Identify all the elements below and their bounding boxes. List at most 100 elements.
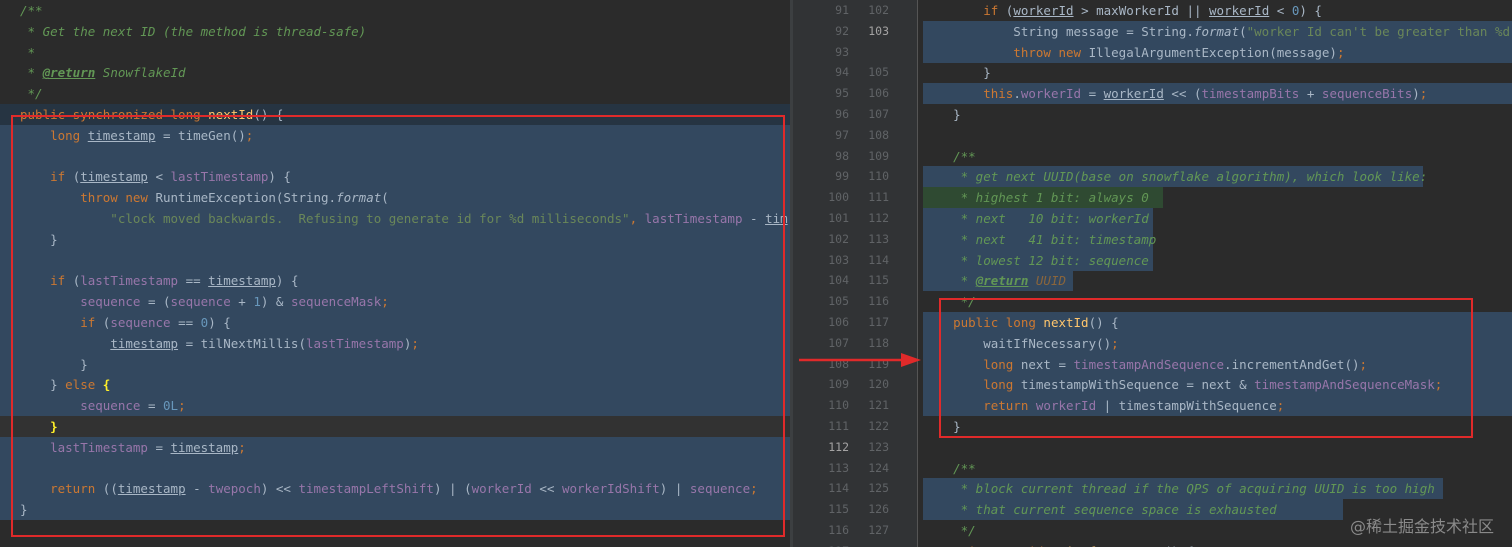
watermark: @稀土掘金技术社区 <box>1349 517 1494 536</box>
new-line-number[interactable]: 124 <box>855 458 889 479</box>
code-token: @return <box>975 273 1029 289</box>
code-line: * @return UUID <box>793 270 1512 292</box>
old-line-number[interactable]: 109 <box>813 374 849 395</box>
new-line-number[interactable]: 116 <box>855 291 889 312</box>
old-line-number[interactable]: 96 <box>813 104 849 125</box>
new-line-number[interactable]: 125 <box>855 478 889 499</box>
code-token: /** <box>923 148 976 164</box>
old-line-number[interactable]: 115 <box>813 499 849 520</box>
old-line-number[interactable]: 114 <box>813 478 849 499</box>
code-line: this.workerId = workerId << (timestampBi… <box>793 83 1512 105</box>
code-text: } <box>923 62 991 83</box>
code-token: > <box>1073 3 1097 18</box>
new-line-number[interactable]: 115 <box>855 270 889 291</box>
new-line-number[interactable]: 110 <box>855 166 889 187</box>
old-line-number[interactable]: 91 <box>813 0 849 21</box>
old-line-number[interactable]: 94 <box>813 62 849 83</box>
old-line-number[interactable]: 93 <box>813 42 849 63</box>
code-text: * Get the next ID (the method is thread-… <box>20 21 367 42</box>
new-line-number[interactable]: 114 <box>855 250 889 271</box>
code-line: * @return SnowflakeId <box>0 62 790 83</box>
new-line-number[interactable]: 127 <box>855 520 889 541</box>
right-diff-editor[interactable]: if (workerId > maxWorkerId || workerId <… <box>793 0 1512 547</box>
comparison-arrow-icon <box>799 353 921 367</box>
new-line-number[interactable]: 107 <box>855 104 889 125</box>
code-token: < <box>1269 3 1292 18</box>
code-text: */ <box>923 520 976 541</box>
code-token: * lowest 12 bit: sequence <box>923 252 1149 268</box>
new-line-number[interactable]: 122 <box>855 416 889 437</box>
code-line: throw new IllegalArgumentException(messa… <box>793 41 1512 63</box>
code-text: } <box>923 104 961 125</box>
code-text: if (workerId > maxWorkerId || workerId <… <box>923 0 1322 21</box>
code-text: * get next UUID(base on snowflake algori… <box>923 166 1428 187</box>
old-line-number[interactable]: 92 <box>813 21 849 42</box>
code-token: String message = String. <box>923 23 1194 39</box>
new-line-number[interactable] <box>855 541 889 547</box>
code-line: if (workerId > maxWorkerId || workerId <… <box>793 0 1512 21</box>
code-text: * @return UUID <box>923 270 1066 291</box>
code-token: */ <box>20 86 43 102</box>
old-line-number[interactable]: 106 <box>813 312 849 333</box>
code-token: ) <box>1412 86 1420 102</box>
new-line-number[interactable]: 111 <box>855 187 889 208</box>
old-line-number[interactable]: 100 <box>813 187 849 208</box>
code-token: ; <box>1336 44 1345 60</box>
old-line-number[interactable]: 110 <box>813 395 849 416</box>
code-text: * next 10 bit: workerId <box>923 208 1149 229</box>
old-line-number[interactable]: 105 <box>813 291 849 312</box>
old-line-number[interactable]: 102 <box>813 229 849 250</box>
old-line-number[interactable]: 117 <box>813 541 849 547</box>
new-line-number[interactable]: 121 <box>855 395 889 416</box>
code-token: maxWorkerId <box>1096 3 1179 18</box>
old-line-number[interactable]: 116 <box>813 520 849 541</box>
old-line-number[interactable]: 101 <box>813 208 849 229</box>
code-line: } <box>793 62 1512 83</box>
new-line-number[interactable]: 123 <box>855 437 889 458</box>
old-line-number[interactable]: 95 <box>813 83 849 104</box>
new-line-number[interactable]: 113 <box>855 229 889 250</box>
old-line-number[interactable]: 112 <box>813 437 849 458</box>
old-line-number[interactable]: 113 <box>813 458 849 479</box>
code-text: * @return SnowflakeId <box>20 62 186 83</box>
code-token: = <box>1081 86 1104 102</box>
old-line-number[interactable]: 98 <box>813 146 849 167</box>
code-text: */ <box>20 83 43 104</box>
code-token: */ <box>923 523 976 538</box>
new-line-number[interactable]: 120 <box>855 374 889 395</box>
new-line-number[interactable]: 102 <box>855 0 889 21</box>
code-token: * <box>20 65 43 81</box>
new-line-number[interactable]: 112 <box>855 208 889 229</box>
code-text: * <box>20 42 36 63</box>
new-line-number[interactable]: 117 <box>855 312 889 333</box>
new-line-number[interactable]: 126 <box>855 499 889 520</box>
code-token: ) { <box>1299 3 1322 18</box>
new-line-number[interactable] <box>855 42 889 63</box>
new-line-number[interactable]: 103 <box>855 21 889 42</box>
code-token: IllegalArgumentException(message) <box>1088 44 1337 60</box>
code-token: || <box>1178 3 1210 18</box>
right-highlight-box <box>939 298 1473 438</box>
old-line-number[interactable]: 103 <box>813 250 849 271</box>
code-token: } <box>923 107 961 122</box>
code-token: workerId <box>1020 86 1082 102</box>
old-line-number[interactable]: 104 <box>813 270 849 291</box>
code-token: workerId <box>1209 3 1270 18</box>
code-text: this.workerId = workerId << (timestampBi… <box>923 83 1427 104</box>
code-token: * next 41 bit: timestamp <box>923 231 1157 247</box>
new-line-number[interactable]: 109 <box>855 146 889 167</box>
code-token: @return <box>42 65 96 81</box>
old-line-number[interactable]: 99 <box>813 166 849 187</box>
code-line: */ <box>0 83 790 104</box>
old-line-number[interactable]: 97 <box>813 125 849 146</box>
code-token: /** <box>20 3 43 18</box>
new-line-number[interactable]: 105 <box>855 62 889 83</box>
code-text: * next 41 bit: timestamp <box>923 229 1157 250</box>
code-text: /** <box>923 458 976 479</box>
old-line-number[interactable]: 111 <box>813 416 849 437</box>
new-line-number[interactable]: 106 <box>855 83 889 104</box>
new-line-number[interactable]: 108 <box>855 125 889 146</box>
code-token: * next 10 bit: workerId <box>923 211 1149 226</box>
